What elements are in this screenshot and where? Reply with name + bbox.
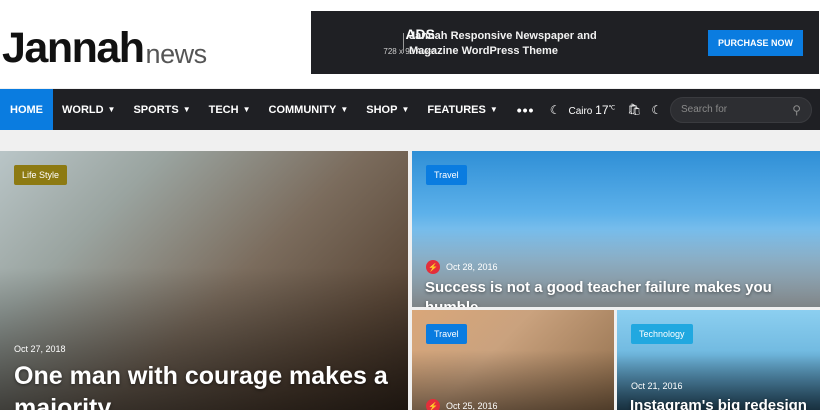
featured-post-tech[interactable]: Technology Oct 21, 2016 Instagram's big … bbox=[617, 310, 820, 410]
nav-item-label: COMMUNITY bbox=[268, 103, 337, 116]
weather-widget: Cairo 17℃ bbox=[568, 103, 615, 117]
main-nav: HOME WORLD ▼ SPORTS ▼ TECH ▼ COMMUNITY ▼… bbox=[0, 89, 820, 130]
nav-item-label: SHOP bbox=[366, 103, 398, 116]
nav-item-tech[interactable]: TECH ▼ bbox=[200, 89, 260, 130]
post-date: ⚡ Oct 28, 2016 bbox=[426, 260, 498, 274]
nav-item-sports[interactable]: SPORTS ▼ bbox=[124, 89, 199, 130]
more-menu-button[interactable]: ••• bbox=[507, 102, 545, 118]
post-date-text: Oct 28, 2016 bbox=[446, 262, 498, 272]
nav-item-label: HOME bbox=[10, 103, 43, 116]
weather-city: Cairo bbox=[568, 105, 593, 117]
ad-text: Jannah Responsive Newspaper and Magazine… bbox=[409, 30, 597, 57]
post-title[interactable]: Instagram's big redesign bbox=[630, 396, 820, 410]
weather-temp: 17 bbox=[595, 102, 609, 117]
site-header: Jannah news ADS 728 x 90 Area! Jannah Re… bbox=[0, 0, 820, 88]
chevron-down-icon: ▼ bbox=[107, 105, 116, 114]
search-icon[interactable]: ⚲ bbox=[792, 103, 801, 117]
category-badge[interactable]: Travel bbox=[426, 165, 467, 185]
chevron-down-icon: ▼ bbox=[242, 105, 251, 114]
nav-item-world[interactable]: WORLD ▼ bbox=[53, 89, 124, 130]
chevron-down-icon: ▼ bbox=[182, 105, 191, 114]
ad-divider bbox=[403, 33, 404, 53]
post-title[interactable]: One man with courage makes a majority bbox=[14, 360, 394, 410]
post-date-text: Oct 25, 2016 bbox=[446, 401, 498, 410]
nav-item-label: SPORTS bbox=[133, 103, 179, 116]
post-date-text: Oct 27, 2018 bbox=[14, 344, 66, 354]
nav-tools: ☾ Cairo 17℃ 🛍 ☾ ⚲ bbox=[550, 89, 820, 130]
chevron-down-icon: ▼ bbox=[489, 105, 498, 114]
trending-bolt-icon: ⚡ bbox=[426, 399, 440, 410]
logo-sub-text: news bbox=[145, 38, 208, 69]
dark-mode-toggle-icon[interactable]: ☾ bbox=[651, 103, 662, 117]
nav-item-label: TECH bbox=[208, 103, 239, 116]
search-input[interactable] bbox=[681, 104, 781, 115]
category-badge[interactable]: Life Style bbox=[14, 165, 68, 185]
category-badge[interactable]: Travel bbox=[426, 324, 467, 344]
post-title[interactable]: Success is not a good teacher failure ma… bbox=[425, 278, 815, 307]
weather-unit: ℃ bbox=[608, 105, 616, 112]
nav-item-label: FEATURES bbox=[427, 103, 486, 116]
post-date-text: Oct 21, 2016 bbox=[631, 381, 683, 391]
nav-item-home[interactable]: HOME bbox=[0, 89, 53, 130]
featured-post-travel-1[interactable]: Travel ⚡ Oct 28, 2016 Success is not a g… bbox=[412, 151, 820, 307]
logo-main-text: Jannah bbox=[2, 24, 145, 72]
ad-banner[interactable]: ADS 728 x 90 Area! Jannah Responsive New… bbox=[311, 11, 819, 74]
chevron-down-icon: ▼ bbox=[401, 105, 410, 114]
site-logo[interactable]: Jannah news bbox=[2, 20, 207, 70]
post-date: Oct 27, 2018 bbox=[14, 344, 66, 354]
chevron-down-icon: ▼ bbox=[340, 105, 349, 114]
nav-item-features[interactable]: FEATURES ▼ bbox=[418, 89, 506, 130]
purchase-now-button[interactable]: PURCHASE NOW bbox=[708, 30, 803, 56]
featured-post-main[interactable]: Life Style Oct 27, 2018 One man with cou… bbox=[0, 151, 408, 410]
weather-moon-icon: ☾ bbox=[549, 102, 561, 117]
shopping-bag-icon[interactable]: 🛍 bbox=[627, 103, 641, 116]
post-date: Oct 21, 2016 bbox=[631, 381, 683, 391]
category-badge[interactable]: Technology bbox=[631, 324, 693, 344]
trending-bolt-icon: ⚡ bbox=[426, 260, 440, 274]
nav-item-shop[interactable]: SHOP ▼ bbox=[357, 89, 418, 130]
nav-item-community[interactable]: COMMUNITY ▼ bbox=[260, 89, 358, 130]
nav-item-label: WORLD bbox=[62, 103, 104, 116]
search-box: ⚲ bbox=[670, 96, 812, 123]
featured-post-travel-2[interactable]: Travel ⚡ Oct 25, 2016 bbox=[412, 310, 614, 410]
post-date: ⚡ Oct 25, 2016 bbox=[426, 399, 498, 410]
